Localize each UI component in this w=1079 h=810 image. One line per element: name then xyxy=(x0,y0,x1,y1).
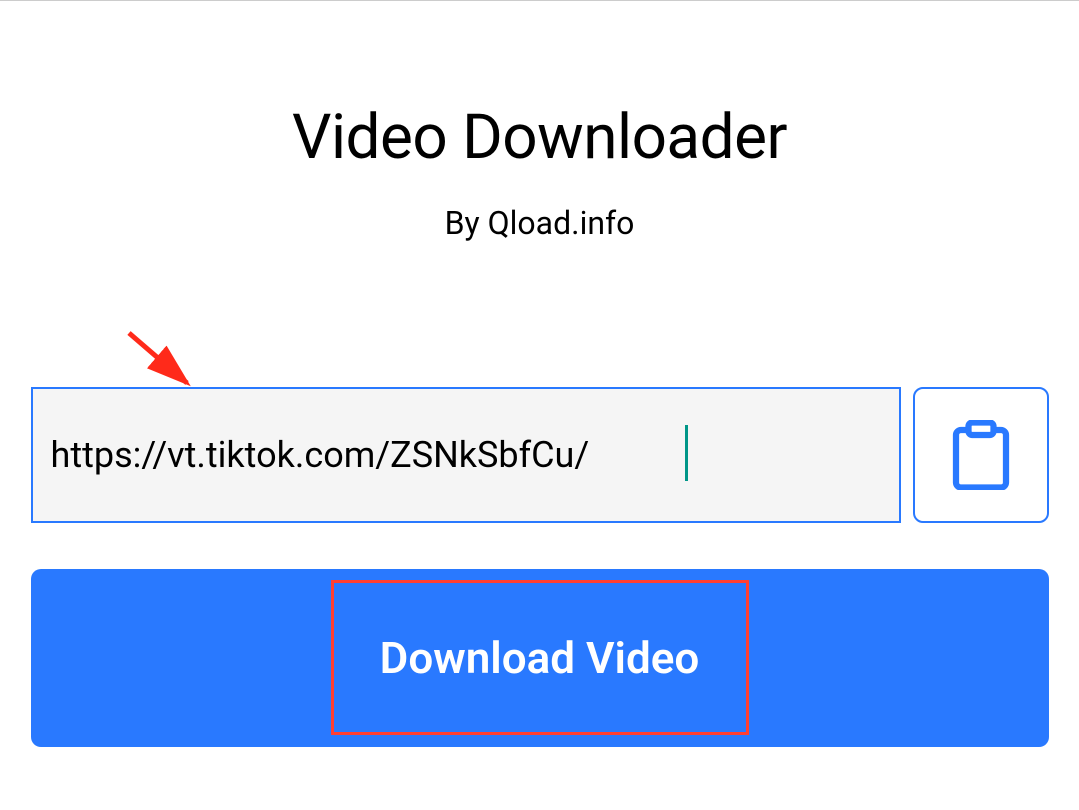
url-input[interactable] xyxy=(31,387,901,523)
download-button-label: Download Video xyxy=(380,632,700,684)
page-title: Video Downloader xyxy=(292,101,787,174)
clipboard-icon xyxy=(951,420,1011,490)
page-subtitle: By Qload.info xyxy=(445,204,635,242)
paste-button[interactable] xyxy=(913,387,1049,523)
text-cursor xyxy=(685,425,688,481)
download-button[interactable]: Download Video xyxy=(31,569,1049,747)
url-input-row xyxy=(31,387,1049,523)
